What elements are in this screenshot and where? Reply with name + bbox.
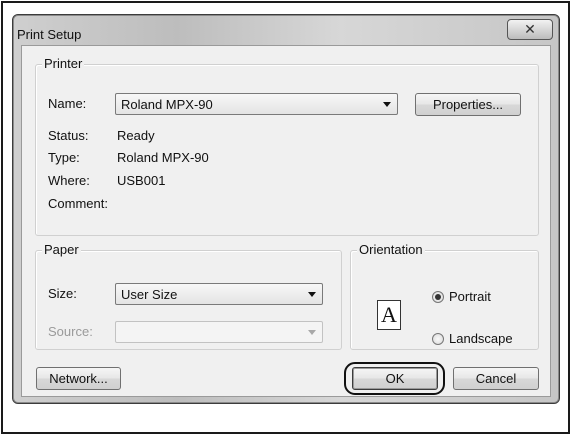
where-label: Where:: [48, 173, 90, 188]
paper-size-combo[interactable]: User Size: [115, 283, 323, 305]
chevron-down-icon: [308, 330, 316, 335]
print-setup-dialog: Print Setup ✕ Printer Name: Roland MPX-9…: [12, 14, 560, 404]
cancel-button[interactable]: Cancel: [453, 367, 539, 390]
landscape-radio[interactable]: [432, 333, 444, 345]
dialog-client-area: Printer Name: Roland MPX-90 Properties..…: [21, 45, 551, 397]
comment-label: Comment:: [48, 196, 108, 211]
printer-name-value: Roland MPX-90: [121, 97, 213, 112]
size-label: Size:: [48, 286, 77, 301]
chevron-down-icon: [383, 102, 391, 107]
portrait-label[interactable]: Portrait: [449, 289, 491, 304]
status-value: Ready: [117, 128, 155, 143]
type-label: Type:: [48, 150, 80, 165]
printer-group-label: Printer: [42, 56, 85, 71]
ok-button[interactable]: OK: [352, 367, 438, 390]
paper-size-value: User Size: [121, 287, 178, 302]
close-button[interactable]: ✕: [507, 19, 553, 40]
close-icon: ✕: [524, 21, 536, 38]
page-letter: A: [381, 302, 397, 327]
printer-group: Printer: [35, 56, 539, 236]
type-value: Roland MPX-90: [117, 150, 209, 165]
portrait-radio[interactable]: [432, 291, 444, 303]
where-value: USB001: [117, 173, 166, 188]
landscape-label[interactable]: Landscape: [449, 331, 513, 346]
portrait-page-icon: A: [377, 300, 401, 330]
orientation-group-label: Orientation: [357, 242, 425, 257]
network-button[interactable]: Network...: [36, 367, 121, 390]
printer-name-combo[interactable]: Roland MPX-90: [115, 93, 398, 115]
paper-group-label: Paper: [42, 242, 81, 257]
status-label: Status:: [48, 128, 89, 143]
paper-source-combo[interactable]: [115, 321, 323, 343]
name-label: Name:: [48, 96, 87, 111]
properties-button[interactable]: Properties...: [415, 93, 521, 116]
dialog-title: Print Setup: [17, 27, 82, 42]
source-label: Source:: [48, 324, 93, 339]
chevron-down-icon: [308, 292, 316, 297]
